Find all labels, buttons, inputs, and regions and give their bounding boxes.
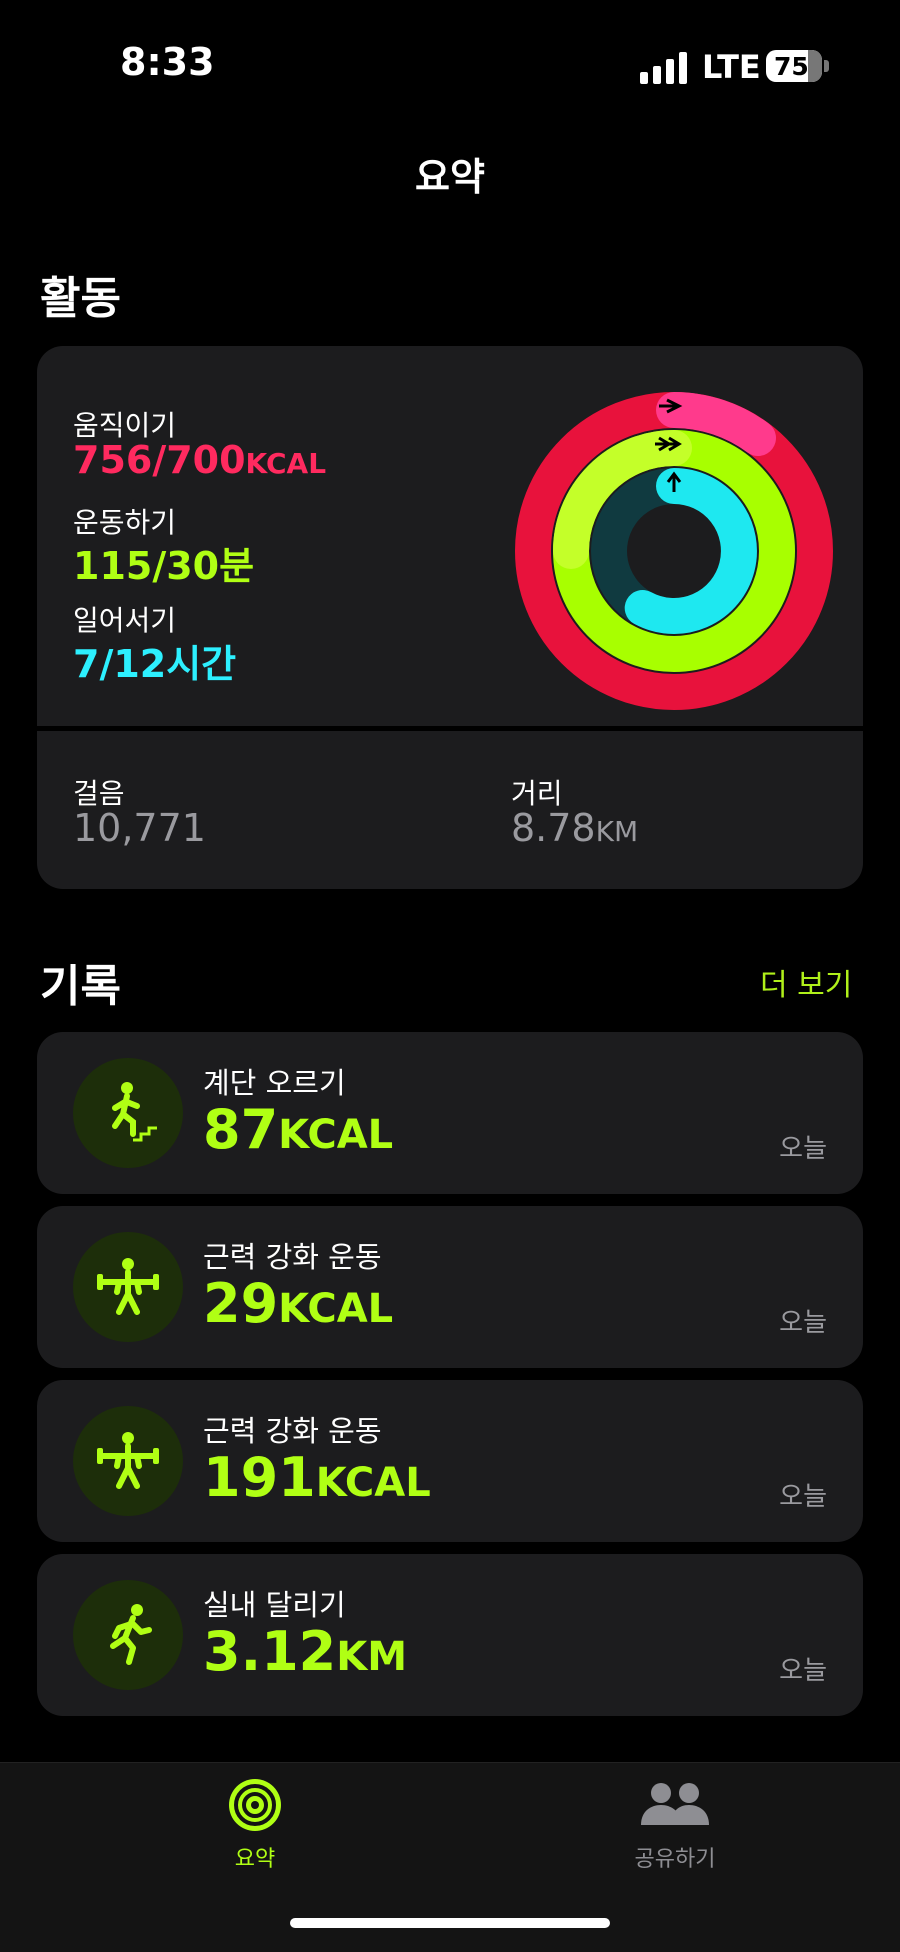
exercise-unit: 분 bbox=[219, 544, 255, 588]
stand-unit: 시간 bbox=[166, 642, 237, 686]
show-more-link[interactable]: 더 보기 bbox=[760, 960, 852, 1004]
card-divider bbox=[37, 726, 863, 731]
workout-name: 실내 달리기 bbox=[203, 1588, 346, 1622]
workout-value: 29KCAL bbox=[203, 1272, 393, 1335]
workout-date: 오늘 bbox=[779, 1482, 827, 1512]
workout-value: 87KCAL bbox=[203, 1098, 393, 1161]
workout-value-number: 3.12 bbox=[203, 1620, 337, 1683]
workout-date: 오늘 bbox=[779, 1308, 827, 1338]
exercise-value-number: 115/30 bbox=[73, 544, 220, 588]
move-value: 756/700KCAL bbox=[73, 438, 326, 482]
workout-row[interactable]: 근력 강화 운동 29KCAL 오늘 bbox=[37, 1206, 863, 1368]
distance-value-number: 8.78 bbox=[511, 806, 596, 850]
stand-value: 7/12시간 bbox=[73, 633, 236, 688]
status-time: 8:33 bbox=[120, 40, 215, 84]
workout-name: 계단 오르기 bbox=[203, 1066, 346, 1100]
distance-value: 8.78KM bbox=[511, 806, 638, 850]
workout-date: 오늘 bbox=[779, 1134, 827, 1164]
activity-card[interactable]: 움직이기 756/700KCAL 운동하기 115/30분 일어서기 7/12시… bbox=[37, 346, 863, 889]
activity-section-title: 활동 bbox=[40, 273, 121, 324]
battery-icon: 75 bbox=[766, 50, 822, 82]
home-indicator bbox=[290, 1918, 610, 1928]
workout-unit: KCAL bbox=[278, 1112, 394, 1158]
workout-value-number: 29 bbox=[203, 1272, 279, 1335]
workout-value: 3.12KM bbox=[203, 1620, 407, 1683]
strength-training-icon bbox=[73, 1232, 183, 1342]
signal-strength-icon bbox=[640, 50, 687, 84]
page-title: 요약 bbox=[415, 155, 485, 199]
workout-row[interactable]: 실내 달리기 3.12KM 오늘 bbox=[37, 1554, 863, 1716]
workout-row[interactable]: 근력 강화 운동 191KCAL 오늘 bbox=[37, 1380, 863, 1542]
distance-unit: KM bbox=[595, 815, 639, 848]
activity-rings-icon bbox=[229, 1779, 281, 1831]
strength-training-icon bbox=[73, 1406, 183, 1516]
stair-climbing-icon bbox=[73, 1058, 183, 1168]
steps-value: 10,771 bbox=[73, 806, 206, 850]
tab-sharing[interactable]: 공유하기 bbox=[600, 1777, 750, 1873]
tab-summary[interactable]: 요약 bbox=[180, 1777, 330, 1873]
battery-level: 75 bbox=[774, 51, 809, 81]
workout-unit: KCAL bbox=[315, 1460, 431, 1506]
tab-sharing-label: 공유하기 bbox=[634, 1847, 716, 1872]
workout-name: 근력 강화 운동 bbox=[203, 1240, 382, 1274]
history-section-title: 기록 bbox=[40, 961, 121, 1012]
workout-value-number: 191 bbox=[203, 1446, 316, 1509]
exercise-value: 115/30분 bbox=[73, 535, 254, 590]
battery-cap bbox=[824, 60, 829, 72]
workout-date: 오늘 bbox=[779, 1656, 827, 1686]
workout-row[interactable]: 계단 오르기 87KCAL 오늘 bbox=[37, 1032, 863, 1194]
tab-summary-label: 요약 bbox=[234, 1847, 276, 1872]
people-icon bbox=[641, 1783, 709, 1825]
workout-unit: KM bbox=[336, 1634, 408, 1680]
workout-value-number: 87 bbox=[203, 1098, 279, 1161]
workout-name: 근력 강화 운동 bbox=[203, 1414, 382, 1448]
move-value-number: 756/700 bbox=[73, 438, 246, 482]
stand-value-number: 7/12 bbox=[73, 642, 167, 686]
move-unit: KCAL bbox=[245, 447, 327, 480]
network-type: LTE bbox=[702, 48, 761, 86]
activity-rings[interactable] bbox=[509, 386, 839, 716]
workout-value: 191KCAL bbox=[203, 1446, 431, 1509]
workout-unit: KCAL bbox=[278, 1286, 394, 1332]
running-icon bbox=[73, 1580, 183, 1690]
